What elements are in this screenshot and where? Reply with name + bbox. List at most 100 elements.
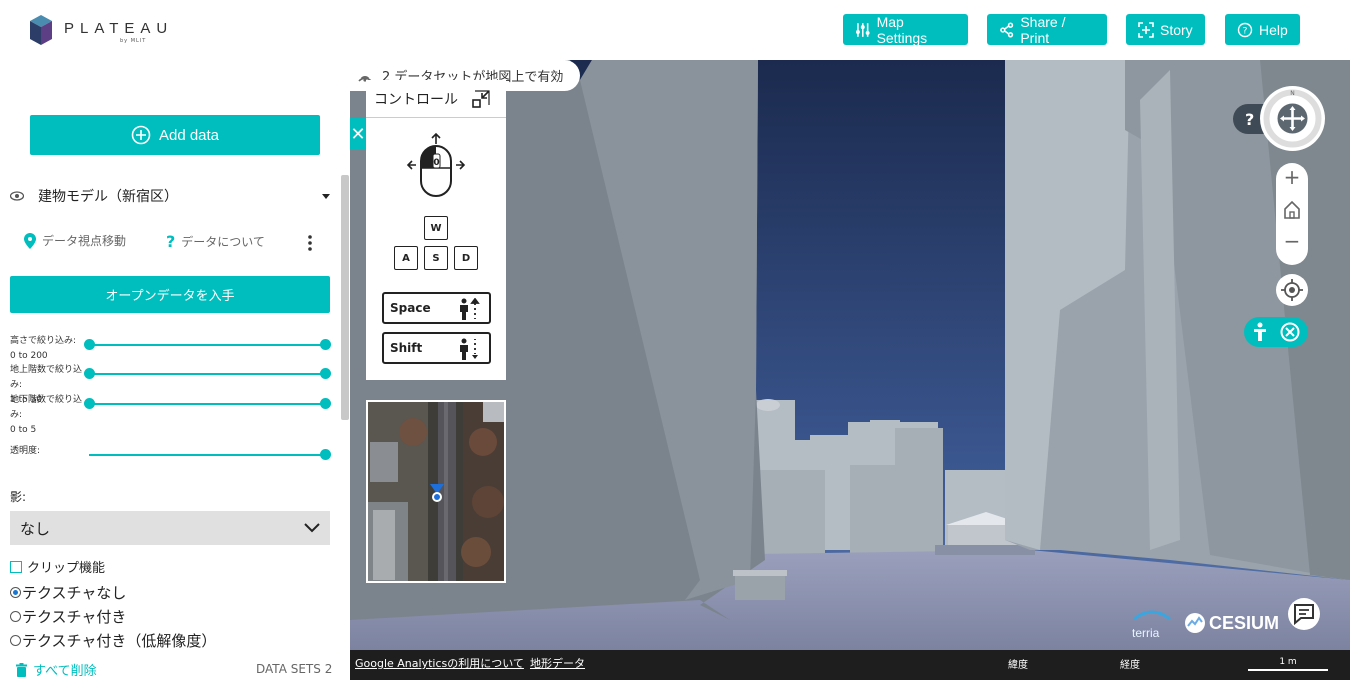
key-shift-label: Shift <box>390 341 423 355</box>
minimap-imagery[interactable] <box>368 402 506 583</box>
height-filter-min-handle[interactable] <box>84 339 95 350</box>
basement-filter-min-handle[interactable] <box>84 398 95 409</box>
zoom-control: + − <box>1276 163 1308 265</box>
terria-logo[interactable]: terria <box>1132 608 1172 640</box>
layer-title: 建物モデル（新宿区） <box>38 189 178 205</box>
overview-minimap[interactable] <box>366 400 506 583</box>
key-shift: Shift <box>382 332 491 364</box>
height-filter-label: 高さで絞り込み: 0 to 200 <box>10 336 77 361</box>
compass-icon[interactable]: N <box>1260 86 1325 151</box>
zoom-out-button[interactable]: − <box>1276 229 1308 253</box>
about-data-label: データについて <box>181 235 265 249</box>
pedestrian-mode-control[interactable] <box>1244 317 1308 347</box>
opacity-label: 透明度: <box>10 446 41 456</box>
collapse-icon[interactable] <box>472 90 490 108</box>
question-icon: ? <box>166 232 176 251</box>
height-filter-max-handle[interactable] <box>320 339 331 350</box>
texture-option-with-label: テクスチャ付き <box>22 608 127 626</box>
story-label: Story <box>1160 21 1193 38</box>
person-up-icon <box>460 298 480 320</box>
share-print-label: Share / Print <box>1020 13 1066 46</box>
more-vertical-icon <box>308 235 312 251</box>
share-print-button[interactable]: Share / Print <box>987 13 1107 46</box>
layer-collapse-icon[interactable] <box>322 194 330 199</box>
feedback-button[interactable] <box>1288 598 1320 630</box>
map-bottom-bar: Google Analyticsの利用について 地形データ 緯度 経度 1 m <box>350 650 1350 680</box>
controls-title: コントロール <box>374 91 458 108</box>
basement-filter-slider[interactable] <box>84 398 331 409</box>
map-pin-icon <box>24 232 36 249</box>
sliders-icon <box>855 22 870 37</box>
close-circle-icon[interactable] <box>1280 322 1300 342</box>
home-icon[interactable] <box>1284 201 1300 219</box>
cesium-logo-icon <box>1185 613 1205 633</box>
add-data-button[interactable]: Add data <box>30 115 320 155</box>
radio-icon[interactable] <box>10 635 21 646</box>
help-button[interactable]: ? Help <box>1225 14 1300 45</box>
opacity-slider[interactable] <box>89 449 331 460</box>
close-icon: ✕ <box>350 123 366 145</box>
height-filter-slider[interactable] <box>84 339 331 350</box>
plus-circle-icon <box>131 125 151 145</box>
my-location-button[interactable] <box>1276 274 1308 306</box>
floors-filter-min-handle[interactable] <box>84 368 95 379</box>
distance-scale-bar: 1 m <box>1248 657 1328 671</box>
cesium-logo-text: CESIUM <box>1209 612 1280 633</box>
key-space: Space <box>382 292 491 324</box>
latitude-label: 緯度 <box>1008 660 1028 671</box>
more-menu-button[interactable] <box>308 235 312 251</box>
map-settings-label: Map Settings <box>876 13 928 46</box>
logo-text: PLATEAU <box>64 20 174 37</box>
key-d: D <box>454 246 478 270</box>
open-data-button[interactable]: オープンデータを入手 <box>10 276 330 313</box>
floors-filter-max-handle[interactable] <box>320 368 331 379</box>
close-controls-button[interactable]: ✕ <box>350 118 366 150</box>
longitude-label: 経度 <box>1120 660 1140 671</box>
clip-checkbox-box[interactable] <box>10 560 22 573</box>
map-help-symbol: ? <box>1245 109 1255 129</box>
eye-icon[interactable] <box>10 191 24 201</box>
plateau-logo-icon <box>30 15 52 45</box>
key-w: W <box>424 216 448 240</box>
floors-filter-slider[interactable] <box>84 368 331 379</box>
about-data-button[interactable]: ? データについて <box>166 232 265 251</box>
cesium-logo[interactable]: CESIUM <box>1184 612 1279 634</box>
radio-icon[interactable] <box>10 611 21 622</box>
chat-icon <box>1294 604 1314 626</box>
delete-all-button[interactable]: すべて削除 <box>16 660 97 679</box>
terrain-data-link[interactable]: 地形データ <box>530 655 585 671</box>
logo-subtext: by MLIT <box>120 38 147 44</box>
key-a: A <box>394 246 418 270</box>
shadow-select[interactable]: なし <box>10 511 330 545</box>
workbench-panel: Add data 建物モデル（新宿区） データ視点移動 ? データについて オー… <box>0 60 350 680</box>
pedestrian-icon[interactable] <box>1252 322 1268 342</box>
terria-logo-icon <box>1133 610 1171 621</box>
zoom-to-data-button[interactable]: データ視点移動 <box>24 232 126 249</box>
clip-label: クリップ機能 <box>27 561 106 576</box>
layer-header[interactable]: 建物モデル（新宿区） <box>10 186 330 206</box>
map-settings-button[interactable]: Map Settings <box>843 13 968 46</box>
person-down-icon <box>460 338 478 360</box>
zoom-in-button[interactable]: + <box>1276 165 1308 189</box>
compass-north-label: N <box>1290 90 1295 97</box>
opacity-handle[interactable] <box>320 449 331 460</box>
panel-scrollbar[interactable] <box>341 175 349 420</box>
compass[interactable]: N <box>1260 86 1325 151</box>
basement-filter-max-handle[interactable] <box>320 398 331 409</box>
radio-icon[interactable] <box>10 587 21 598</box>
navigation-controls-panel: コントロール 0 W A S D Space Shift <box>366 80 506 380</box>
clip-checkbox[interactable]: クリップ機能 <box>10 557 105 576</box>
key-space-label: Space <box>390 301 431 315</box>
texture-option-low[interactable]: テクスチャ付き（低解像度） <box>10 630 216 651</box>
texture-option-with[interactable]: テクスチャ付き <box>10 606 126 627</box>
basement-filter-label: 地下階数で絞り込み: 0 to 5 <box>10 395 83 435</box>
mouse-key-label: 0 <box>433 158 439 168</box>
shadow-label: 影: <box>10 490 27 504</box>
analytics-link[interactable]: Google Analyticsの利用について <box>355 655 524 671</box>
zoom-to-data-label: データ視点移動 <box>42 234 127 248</box>
help-icon: ? <box>1237 22 1253 37</box>
story-button[interactable]: Story <box>1126 14 1205 45</box>
add-data-label: Add data <box>158 126 220 144</box>
texture-option-none[interactable]: テクスチャなし <box>10 582 126 603</box>
key-s: S <box>424 246 448 270</box>
